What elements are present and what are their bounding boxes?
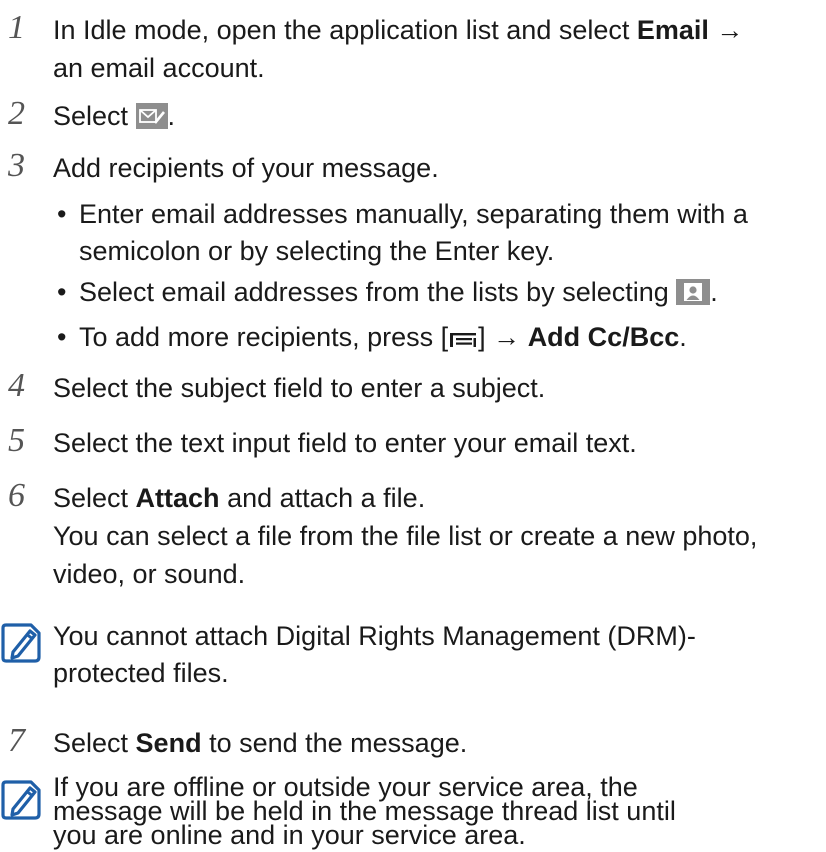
step-6: 6 Select Attach and attach a file. You c… — [0, 476, 826, 596]
list-item: • Select email addresses from the lists … — [53, 274, 823, 315]
step-number: 1 — [8, 9, 25, 46]
step-text: In Idle mode, open the application list … — [53, 15, 744, 83]
list-item: • Enter email addresses manually, separa… — [57, 199, 748, 266]
step-number: 4 — [8, 367, 25, 404]
step-3: 3 Add recipients of your message. — [0, 146, 826, 186]
step-7: 7 Select Send to send the message. — [0, 721, 826, 761]
step-number: 5 — [8, 422, 25, 459]
note-drm: You cannot attach Digital Rights Managem… — [0, 618, 826, 698]
add-cc-bcc-term: Add Cc/Bcc — [527, 322, 680, 352]
contacts-icon — [676, 278, 711, 315]
step-4: 4 Select the subject field to enter a su… — [0, 366, 826, 406]
step-text: Select . — [53, 97, 823, 139]
step-number: 2 — [8, 95, 25, 132]
note-pencil-icon — [0, 622, 42, 664]
step-text: Select the subject field to enter a subj… — [53, 373, 546, 403]
step-text: Select the text input field to enter you… — [53, 428, 637, 458]
attach-term: Attach — [135, 483, 220, 513]
list-item: • To add more recipients, press [ ] → Ad… — [53, 319, 823, 360]
step-number: 7 — [8, 722, 25, 759]
note-offline: If you are offline or outside your servi… — [0, 772, 826, 852]
send-term: Send — [135, 728, 202, 758]
compose-email-icon — [135, 101, 168, 139]
step-text: Select Send to send the message. — [53, 728, 468, 758]
menu-key-icon — [448, 323, 478, 360]
note-text: If you are offline or outside your servi… — [53, 772, 676, 850]
step-text: Add recipients of your message. — [53, 153, 439, 183]
note-pencil-icon — [0, 779, 42, 821]
step-5: 5 Select the text input field to enter y… — [0, 421, 826, 461]
step-number: 6 — [8, 477, 25, 514]
step-2: 2 Select . — [0, 94, 826, 134]
note-text: You cannot attach Digital Rights Managem… — [53, 621, 696, 688]
step-number: 3 — [8, 147, 25, 184]
recipient-options-list: • Enter email addresses manually, separa… — [53, 196, 823, 360]
step-text: Select Attach and attach a file. You can… — [53, 483, 758, 589]
step-1: 1 In Idle mode, open the application lis… — [0, 8, 826, 88]
email-term: Email — [636, 15, 709, 45]
